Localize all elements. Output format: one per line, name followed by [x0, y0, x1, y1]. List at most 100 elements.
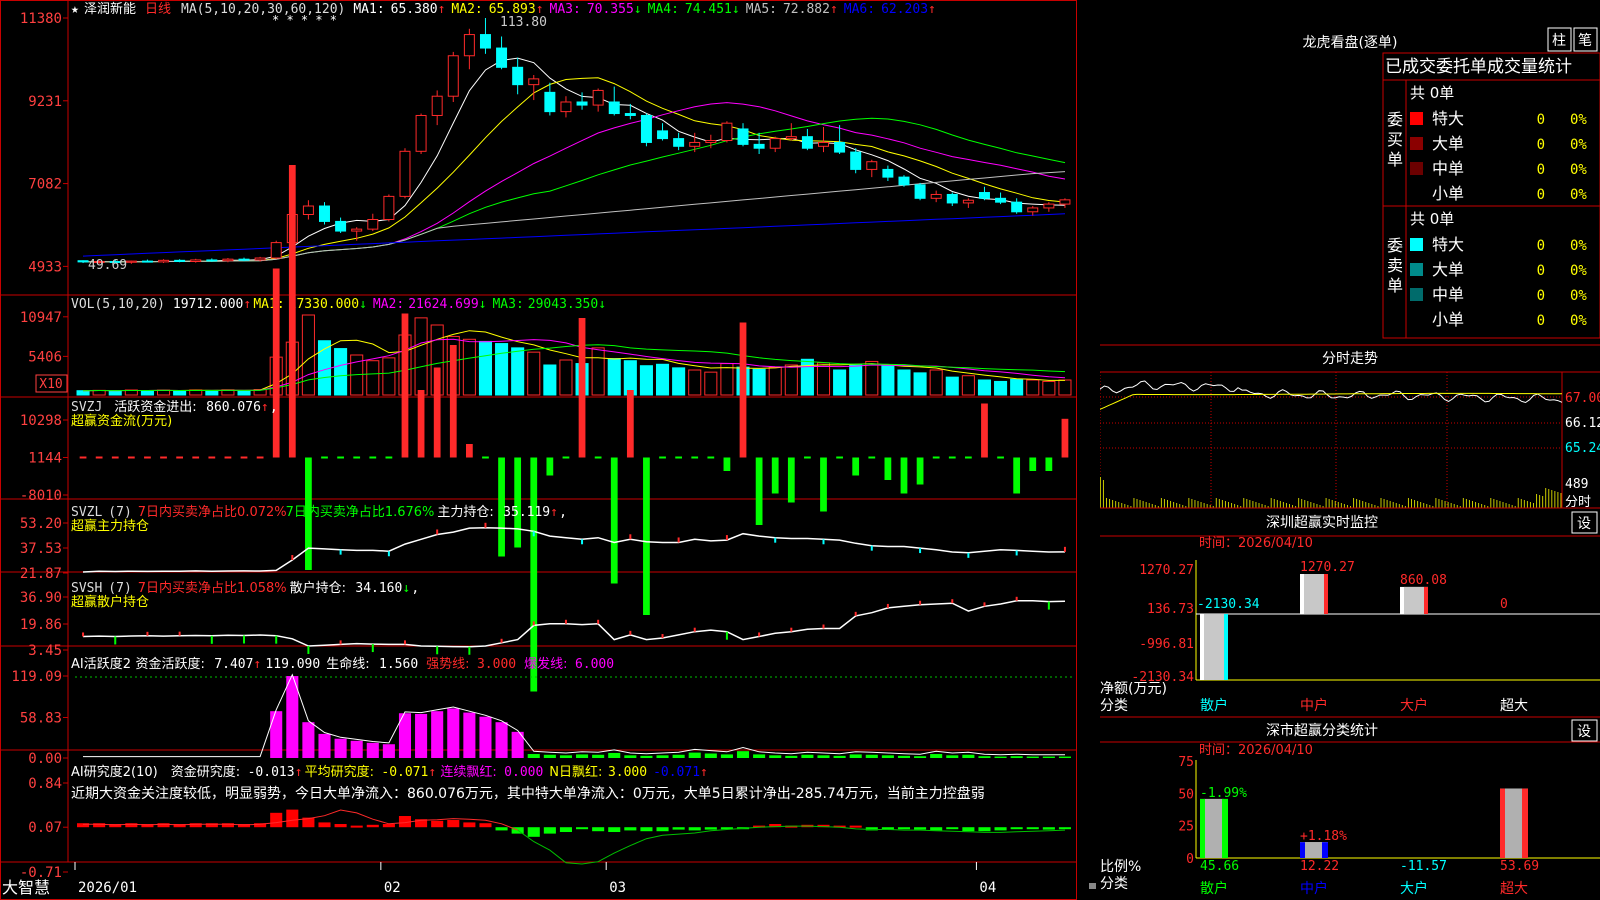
research-bar[interactable]: [849, 825, 862, 828]
activity-bar[interactable]: [1042, 756, 1055, 758]
candle-body[interactable]: [785, 136, 797, 140]
volume-bar[interactable]: [768, 366, 782, 396]
research-bar[interactable]: [640, 827, 653, 832]
candle-body[interactable]: [673, 138, 685, 147]
activity-bar[interactable]: [527, 754, 540, 758]
activity-bar[interactable]: [382, 744, 395, 758]
activity-bar[interactable]: [914, 756, 927, 758]
candle-body[interactable]: [512, 66, 524, 86]
volume-bar[interactable]: [301, 314, 315, 396]
fund-flow-bar[interactable]: [643, 457, 650, 616]
candle-body[interactable]: [914, 184, 926, 199]
candle-body[interactable]: [818, 141, 829, 147]
volume-bar[interactable]: [237, 390, 251, 396]
research-bar[interactable]: [527, 827, 540, 837]
volume-bar[interactable]: [816, 362, 831, 396]
research-bar[interactable]: [350, 825, 363, 828]
activity-bar[interactable]: [1058, 756, 1071, 758]
activity-bar[interactable]: [865, 754, 878, 758]
candle-body[interactable]: [850, 151, 862, 170]
candle-body[interactable]: [560, 101, 572, 113]
fund-flow-bar[interactable]: [820, 457, 827, 512]
volume-bar[interactable]: [414, 317, 428, 396]
volume-bar[interactable]: [591, 347, 605, 396]
activity-bar[interactable]: [463, 712, 476, 758]
candle-body[interactable]: [737, 128, 749, 145]
activity-bar[interactable]: [543, 754, 556, 758]
activity-bar[interactable]: [930, 754, 943, 758]
research-bar[interactable]: [366, 824, 379, 828]
candle-body[interactable]: [158, 259, 170, 263]
candle-body[interactable]: [769, 138, 781, 149]
candle-body[interactable]: [544, 91, 556, 113]
research-bar[interactable]: [930, 827, 943, 831]
fund-flow-bar[interactable]: [626, 390, 634, 458]
candle-body[interactable]: [463, 34, 475, 57]
activity-bar[interactable]: [994, 756, 1007, 758]
fund-flow-bar[interactable]: [1029, 457, 1037, 472]
activity-bar[interactable]: [849, 754, 862, 758]
activity-bar[interactable]: [608, 752, 621, 758]
candle-body[interactable]: [576, 101, 588, 106]
classify-bar[interactable]: [1500, 788, 1528, 858]
volume-bar[interactable]: [495, 343, 509, 396]
candle-body[interactable]: [206, 259, 218, 262]
chart-area[interactable]: 11380923170824933113.8049.69* * * * *★ 泽润…: [0, 0, 1100, 900]
volume-bar[interactable]: [945, 376, 959, 396]
activity-bar[interactable]: [656, 755, 669, 758]
candle-body[interactable]: [624, 113, 636, 116]
research-bar[interactable]: [286, 809, 299, 828]
classify-bar[interactable]: [1300, 842, 1328, 858]
candle-body[interactable]: [351, 228, 363, 232]
fund-flow-bar[interactable]: [288, 165, 296, 458]
candle-body[interactable]: [254, 257, 266, 261]
candle-body[interactable]: [946, 193, 958, 204]
volume-bar[interactable]: [688, 369, 702, 396]
monitor-bar[interactable]: [1200, 614, 1228, 680]
activity-bar[interactable]: [415, 713, 428, 758]
activity-bar[interactable]: [559, 755, 572, 758]
period-label[interactable]: 日线: [145, 2, 171, 17]
volume-bar[interactable]: [140, 390, 154, 396]
volume-bar[interactable]: [639, 365, 653, 396]
candle-body[interactable]: [1059, 199, 1071, 205]
candle-body[interactable]: [1027, 207, 1039, 213]
volume-bar[interactable]: [1058, 379, 1072, 396]
candle-body[interactable]: [689, 141, 701, 147]
research-bar[interactable]: [688, 827, 701, 831]
volume-bar[interactable]: [913, 372, 927, 396]
fund-flow-bar[interactable]: [739, 322, 747, 458]
volume-bar[interactable]: [655, 363, 670, 396]
candle-body[interactable]: [367, 218, 379, 230]
volume-bar[interactable]: [511, 347, 525, 396]
research-bar[interactable]: [463, 822, 476, 828]
fund-flow-bar[interactable]: [272, 268, 280, 458]
fund-flow-bar[interactable]: [916, 457, 924, 485]
candle-body[interactable]: [479, 34, 491, 49]
volume-bar[interactable]: [108, 390, 122, 396]
research-bar[interactable]: [318, 822, 331, 828]
activity-bar[interactable]: [817, 755, 830, 758]
research-bar[interactable]: [576, 827, 589, 830]
research-bar[interactable]: [559, 827, 572, 833]
candle-body[interactable]: [962, 199, 974, 204]
fund-flow-bar[interactable]: [981, 403, 988, 458]
candle-body[interactable]: [866, 161, 878, 170]
fund-flow-bar[interactable]: [771, 457, 779, 494]
candle-body[interactable]: [834, 141, 846, 153]
classify-bar[interactable]: [1200, 798, 1228, 858]
candle-body[interactable]: [705, 140, 717, 143]
favorite-star-icon[interactable]: ★: [71, 2, 79, 17]
volume-bar[interactable]: [752, 368, 766, 396]
lock-icon[interactable]: [1089, 883, 1096, 889]
research-bar[interactable]: [704, 827, 717, 830]
volume-bar[interactable]: [672, 367, 686, 396]
volume-bar[interactable]: [800, 358, 814, 396]
research-bar[interactable]: [382, 824, 395, 828]
candle-body[interactable]: [801, 136, 813, 149]
candle-body[interactable]: [125, 260, 137, 263]
fund-flow-bar[interactable]: [465, 444, 473, 458]
candle-body[interactable]: [238, 258, 250, 261]
activity-bar[interactable]: [672, 754, 685, 758]
fund-flow-bar[interactable]: [417, 390, 425, 458]
